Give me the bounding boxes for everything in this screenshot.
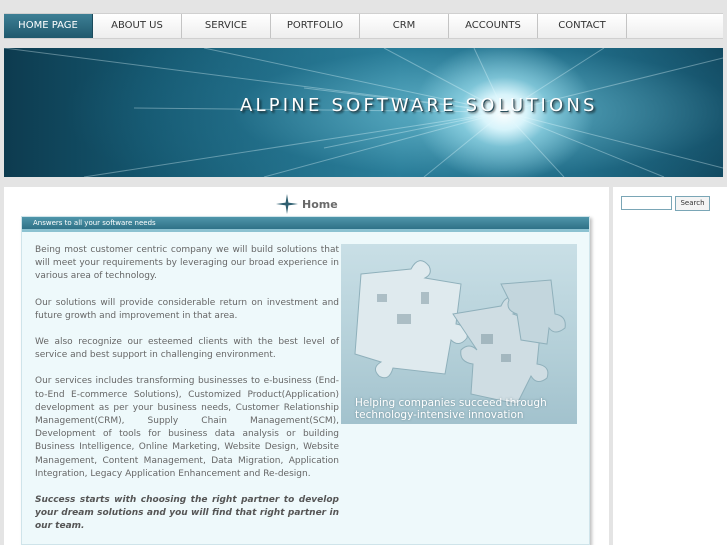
- page-heading: Home: [276, 193, 338, 215]
- nav-item-portfolio[interactable]: PORTFOLIO: [271, 14, 360, 38]
- header-banner: ALPINE SOFTWARE SOLUTIONS: [4, 48, 723, 177]
- emphasis-paragraph: Success starts with choosing the right p…: [35, 495, 339, 532]
- nav-item-about-us[interactable]: ABOUT US: [93, 14, 182, 38]
- image-caption: Helping companies succeed through techno…: [355, 397, 547, 421]
- nav-item-crm[interactable]: CRM: [360, 14, 449, 38]
- search-input[interactable]: [621, 196, 672, 210]
- image-caption-line: Helping companies succeed through: [355, 397, 547, 409]
- intro-text: Being most customer centric company we w…: [35, 244, 339, 545]
- search-button[interactable]: Search: [675, 196, 710, 211]
- paragraph: Our services includes transforming busin…: [35, 376, 339, 479]
- nav-item-accounts[interactable]: ACCOUNTS: [449, 14, 538, 38]
- paragraph: We also recognize our esteemed clients w…: [35, 337, 339, 361]
- puzzle-image: Helping companies succeed through techno…: [341, 244, 577, 424]
- page-title: Home: [302, 197, 338, 211]
- banner-title: ALPINE SOFTWARE SOLUTIONS: [240, 95, 598, 116]
- sidebar: Search: [613, 187, 727, 545]
- nav-item-service[interactable]: SERVICE: [182, 14, 271, 38]
- content-bar: Answers to all your software needs: [22, 217, 589, 229]
- nav-item-home[interactable]: HOME PAGE: [4, 14, 93, 38]
- content-bar-label: Answers to all your software needs: [33, 219, 156, 227]
- paragraph: Being most customer centric company we w…: [35, 245, 339, 282]
- content-box: Answers to all your software needs Being…: [21, 216, 590, 545]
- star-sparkle-icon: [276, 194, 298, 214]
- main-panel: Home Answers to all your software needs …: [4, 187, 609, 545]
- content-bar-accent: [22, 229, 589, 232]
- paragraph: Our solutions will provide considerable …: [35, 297, 339, 321]
- top-nav: HOME PAGE ABOUT US SERVICE PORTFOLIO CRM…: [4, 13, 723, 39]
- nav-item-contact[interactable]: CONTACT: [538, 14, 627, 38]
- image-caption-line: technology-intensive innovation: [355, 409, 524, 421]
